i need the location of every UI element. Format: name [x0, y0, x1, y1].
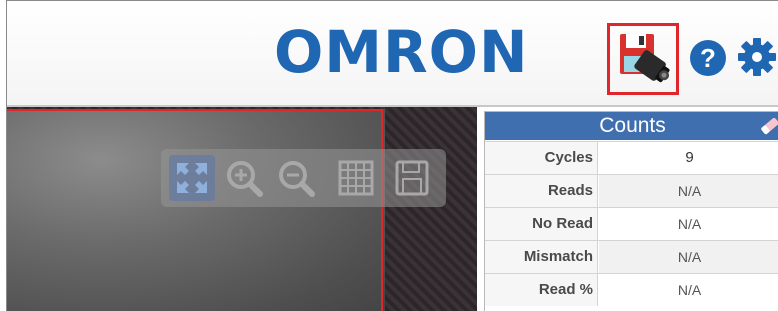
counts-panel: Counts Cycles 9 Reads N/A No Read N/A Mi… — [484, 111, 778, 311]
row-value: N/A — [599, 241, 778, 273]
help-button[interactable]: ? — [690, 40, 726, 76]
fit-button[interactable] — [169, 155, 215, 201]
gear-icon — [738, 38, 776, 76]
image-viewer[interactable] — [7, 107, 477, 311]
save-image-icon — [395, 160, 429, 196]
app-window: OMRON ? Counts Cycles 9 Reads N/A No Rea… — [6, 0, 778, 311]
main-content: Counts Cycles 9 Reads N/A No Read N/A Mi… — [7, 107, 778, 311]
row-value: 9 — [685, 149, 694, 166]
counts-row-read-percent: Read % N/A — [485, 273, 778, 306]
counts-row-mismatch: Mismatch N/A — [485, 240, 778, 273]
header-bar: OMRON ? — [7, 1, 778, 107]
omron-logo: OMRON — [274, 18, 529, 86]
save-to-camera-icon — [620, 34, 670, 83]
counts-header: Counts — [485, 112, 778, 140]
counts-row-no-read: No Read N/A — [485, 207, 778, 240]
row-value: N/A — [599, 175, 778, 207]
eraser-icon[interactable] — [759, 116, 778, 136]
counts-row-reads: Reads N/A — [485, 174, 778, 207]
row-label: No Read — [485, 208, 598, 240]
row-label: Mismatch — [485, 241, 598, 273]
row-label: Reads — [485, 175, 598, 207]
row-label: Cycles — [485, 142, 598, 174]
zoom-out-icon — [279, 161, 315, 197]
save-settings-button[interactable] — [607, 23, 679, 95]
row-label: Read % — [485, 274, 598, 306]
save-image-button[interactable] — [389, 155, 435, 201]
image-toolbar — [161, 149, 446, 207]
row-value: N/A — [677, 282, 702, 298]
grid-button[interactable] — [333, 155, 379, 201]
grid-icon — [338, 160, 374, 196]
settings-button[interactable] — [735, 35, 778, 79]
roi-box[interactable] — [7, 109, 383, 311]
zoom-in-button[interactable] — [221, 155, 267, 201]
row-value: N/A — [677, 216, 702, 232]
counts-row-cycles: Cycles 9 — [485, 141, 778, 174]
counts-title: Counts — [599, 114, 666, 137]
help-icon: ? — [700, 43, 716, 73]
zoom-out-button[interactable] — [273, 155, 319, 201]
zoom-in-icon — [227, 161, 263, 197]
fit-to-window-icon — [177, 163, 207, 193]
